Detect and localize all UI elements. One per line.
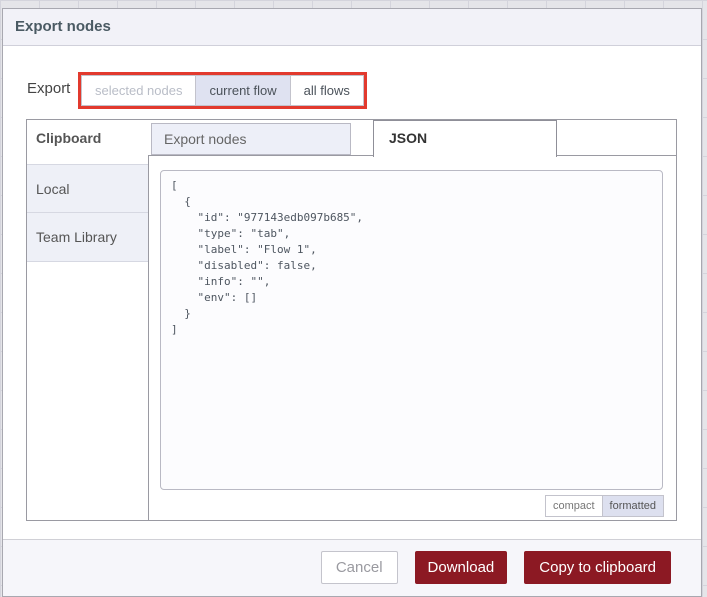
export-json-content: [ { "id": "977143edb097b685", "type": "t… [171,179,364,336]
export-scope-all-flows-button[interactable]: all flows [290,76,363,105]
export-scope-selected-nodes-button[interactable]: selected nodes [82,76,197,105]
sidebar-content-divider [148,156,149,520]
export-scope-button-group: selected nodes current flow all flows [81,75,364,106]
export-scope-label: Export [27,80,71,97]
cancel-button[interactable]: Cancel [320,551,398,584]
library-panel: Clipboard Export nodes JSON Local Team L… [26,119,677,521]
dialog-title: Export nodes [3,9,701,46]
dialog-footer: Cancel Download Copy to clipboard [3,539,701,596]
annotation-highlight-box: selected nodes current flow all flows [78,72,367,109]
export-json-textarea[interactable]: [ { "id": "977143edb097b685", "type": "t… [160,170,663,490]
tab-json[interactable]: JSON [373,120,557,157]
sidebar-item-team-library[interactable]: Team Library [27,213,148,262]
node-red-workspace: { "window": { "title": "Export nodes" },… [0,0,707,597]
library-source-header: Clipboard [36,130,102,146]
export-nodes-dialog: Export nodes Export selected nodes curre… [2,8,702,597]
json-format-toggle: compact formatted [544,495,664,517]
copy-to-clipboard-button[interactable]: Copy to clipboard [524,551,671,584]
format-compact-button[interactable]: compact [544,495,602,517]
export-scope-current-flow-button[interactable]: current flow [196,76,291,105]
tab-export-nodes[interactable]: Export nodes [151,123,351,155]
format-formatted-button[interactable]: formatted [601,495,664,517]
sidebar-item-local[interactable]: Local [27,164,148,213]
download-button[interactable]: Download [414,551,508,584]
